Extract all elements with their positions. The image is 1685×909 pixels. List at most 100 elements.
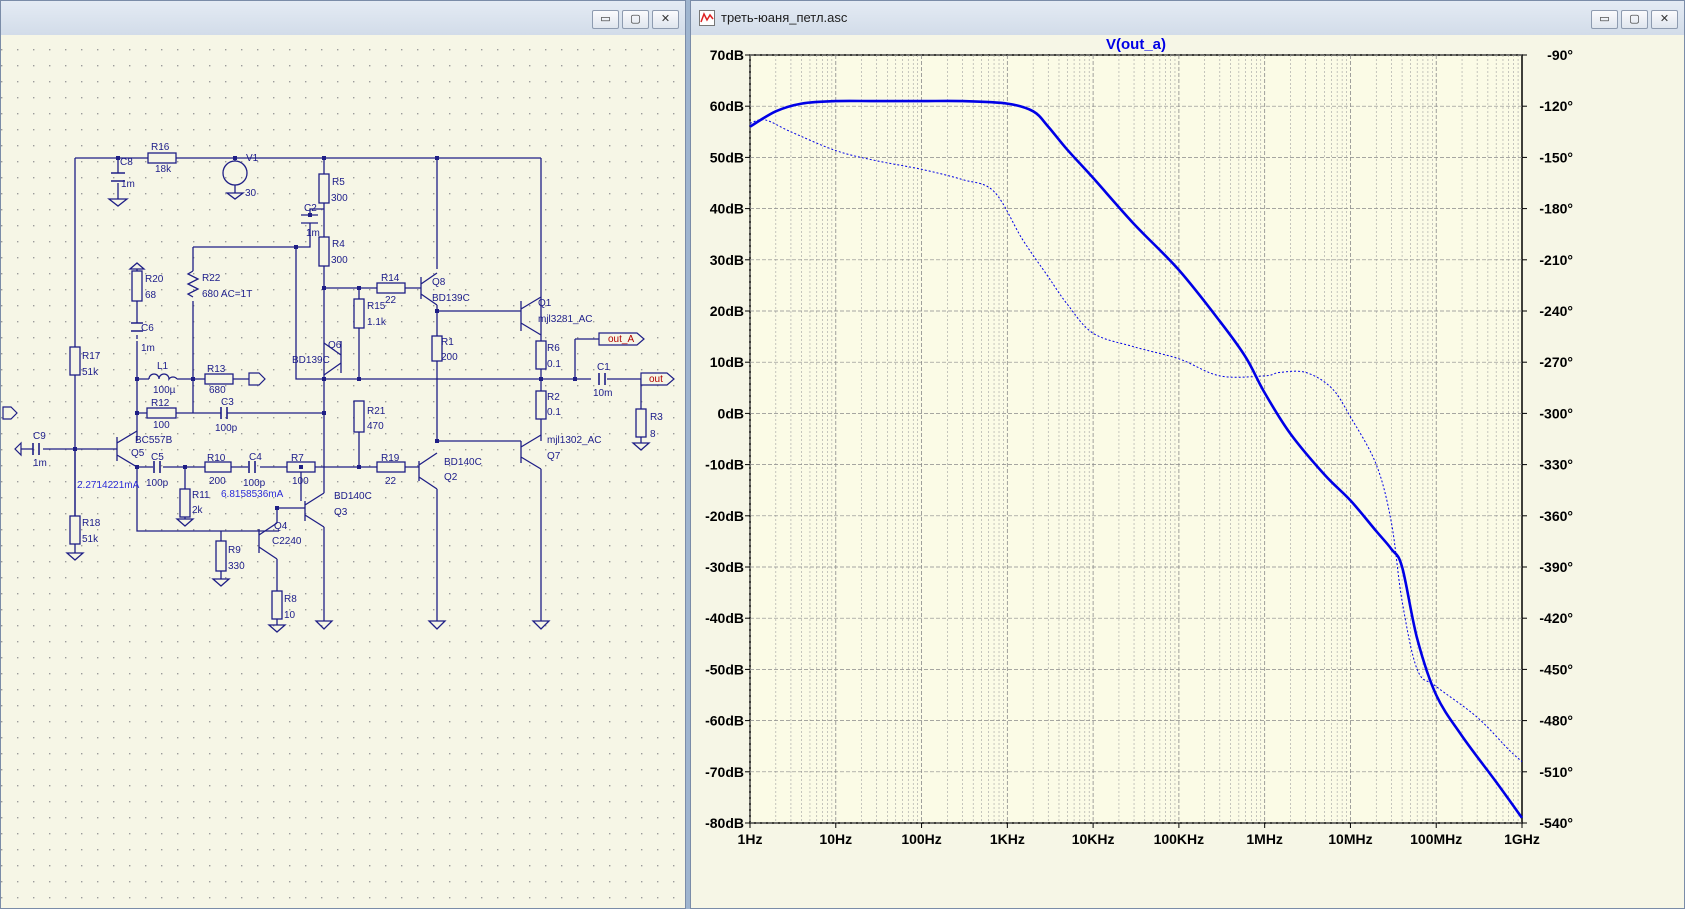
component-value-r5: 300 bbox=[331, 193, 348, 204]
component-name: R18 bbox=[82, 518, 101, 529]
component-label-r17: R17 bbox=[82, 351, 100, 362]
y-tick-label: -50dB bbox=[705, 661, 744, 677]
component-label-r19: R19 bbox=[381, 453, 399, 464]
component-name: Q7 bbox=[547, 451, 561, 462]
component-value-r16: 18k bbox=[155, 164, 171, 175]
close-button[interactable]: ✕ bbox=[1651, 10, 1678, 29]
component-name: C3 bbox=[221, 397, 234, 408]
component-name: R6 bbox=[547, 343, 560, 354]
component-name: C9 bbox=[33, 431, 46, 442]
component-value-r13: 680 bbox=[209, 385, 226, 396]
component-value-r22: 680 AC=1T bbox=[202, 289, 252, 300]
component-label-c8: C8 bbox=[120, 157, 133, 168]
component-label-r3: R3 bbox=[650, 412, 663, 423]
component-value-v1: 30 bbox=[245, 188, 256, 199]
net-label-out-a[interactable]: out_A bbox=[608, 334, 634, 345]
x-tick-label: 100Hz bbox=[901, 831, 941, 847]
component-name: C5 bbox=[151, 452, 164, 463]
component-name: R4 bbox=[332, 239, 345, 250]
component-value: mjl3281_AC bbox=[538, 314, 593, 325]
component-value: 30 bbox=[245, 188, 257, 199]
component-value-q6: BD139C bbox=[292, 355, 330, 366]
x-tick-label: 1Hz bbox=[738, 831, 763, 847]
component-name: L1 bbox=[157, 361, 169, 372]
component-label-c5: C5 bbox=[151, 452, 164, 463]
component-label-q4: Q4 bbox=[274, 521, 287, 532]
y2-tick-label: -510° bbox=[1539, 764, 1573, 780]
component-value: 100µ bbox=[153, 385, 176, 396]
component-value: 300 bbox=[331, 193, 348, 204]
component-label-r16: R16 bbox=[151, 142, 169, 153]
component-label-r10: R10 bbox=[207, 453, 225, 464]
component-name: Q8 bbox=[432, 277, 446, 288]
component-value-r20: 68 bbox=[145, 290, 156, 301]
y-tick-label: -20dB bbox=[705, 508, 744, 524]
component-label-r14: R14 bbox=[381, 273, 399, 284]
component-value-c3: 100p bbox=[215, 423, 237, 434]
y-tick-label: 50dB bbox=[710, 149, 744, 165]
component-name: R1 bbox=[441, 337, 454, 348]
y-tick-label: 10dB bbox=[710, 354, 744, 370]
bode-plot[interactable]: 70dB 60dB 50dB 40dB 30dB 20dB 10dB 0dB -10dB -20d… bbox=[691, 35, 1684, 909]
component-label-q3: Q3 bbox=[334, 507, 347, 518]
minimize-button[interactable]: ▭ bbox=[1591, 10, 1618, 29]
plot-titlebar: треть-юаня_петл.asc ▭ ▢ ✕ bbox=[691, 1, 1684, 36]
component-value-r3: 8 bbox=[650, 429, 656, 440]
component-name: C1 bbox=[597, 362, 610, 373]
y-tick-label: -80dB bbox=[705, 815, 744, 831]
component-name: C6 bbox=[141, 323, 154, 334]
component-label-r13: R13 bbox=[207, 364, 225, 375]
component-value-r19: 22 bbox=[385, 476, 396, 487]
y-tick-label: -40dB bbox=[705, 610, 744, 626]
component-name: R8 bbox=[284, 594, 297, 605]
component-name: R17 bbox=[82, 351, 101, 362]
component-value: 1m bbox=[33, 458, 47, 469]
net-label-out[interactable]: out bbox=[649, 374, 663, 385]
restore-button[interactable]: ▢ bbox=[622, 10, 649, 29]
component-label-r18: R18 bbox=[82, 518, 100, 529]
plot-window: треть-юаня_петл.asc ▭ ▢ ✕ 70dB 60dB 50dB 40… bbox=[690, 0, 1685, 909]
current-annotation-q5: 2.2714221mA bbox=[77, 480, 140, 491]
restore-button[interactable]: ▢ bbox=[1621, 10, 1648, 29]
component-value: 68 bbox=[145, 290, 157, 301]
component-value: 10m bbox=[593, 388, 613, 399]
y2-tick-label: -300° bbox=[1539, 405, 1573, 421]
component-value-r18: 51k bbox=[82, 534, 98, 545]
component-name: R13 bbox=[207, 364, 226, 375]
minimize-button[interactable]: ▭ bbox=[592, 10, 619, 29]
component-name: R19 bbox=[381, 453, 400, 464]
component-label-r11: R11 bbox=[192, 490, 210, 501]
component-label-r5: R5 bbox=[332, 177, 345, 188]
component-label-r21: R21 bbox=[367, 406, 385, 417]
y-tick-label: -10dB bbox=[705, 457, 744, 473]
schematic-titlebar: ▭ ▢ ✕ bbox=[1, 1, 685, 36]
y2-tick-label: -330° bbox=[1539, 457, 1573, 473]
component-value: 2k bbox=[192, 505, 203, 516]
component-value: 100 bbox=[153, 420, 170, 431]
y2-tick-label: -540° bbox=[1539, 815, 1573, 831]
close-button[interactable]: ✕ bbox=[652, 10, 679, 29]
component-value: 100p bbox=[215, 423, 238, 434]
component-label-q1: Q1 bbox=[538, 298, 551, 309]
component-label-r20: R20 bbox=[145, 274, 163, 285]
component-label-r9: R9 bbox=[228, 545, 241, 556]
component-value-q4: C2240 bbox=[272, 536, 301, 547]
component-value-r11: 2k bbox=[192, 505, 203, 516]
schematic-canvas[interactable] bbox=[1, 35, 685, 909]
x-tick-label: 100KHz bbox=[1154, 831, 1205, 847]
component-value: 470 bbox=[367, 421, 384, 432]
component-name: R14 bbox=[381, 273, 400, 284]
component-value: 51k bbox=[82, 367, 99, 378]
component-value: 1m bbox=[121, 179, 135, 190]
component-name: Q1 bbox=[538, 298, 552, 309]
component-label-c2: C2 bbox=[304, 203, 317, 214]
y-tick-label: -70dB bbox=[705, 764, 744, 780]
y-tick-label: 70dB bbox=[710, 47, 744, 63]
component-name: C2 bbox=[304, 203, 317, 214]
plot-area bbox=[749, 54, 1523, 824]
component-label-r4: R4 bbox=[332, 239, 345, 250]
component-label-r1: R1 bbox=[441, 337, 454, 348]
component-label-c6: C6 bbox=[141, 323, 154, 334]
component-value-q7: mjl1302_AC bbox=[547, 435, 601, 446]
component-value-r12: 100 bbox=[153, 420, 170, 431]
